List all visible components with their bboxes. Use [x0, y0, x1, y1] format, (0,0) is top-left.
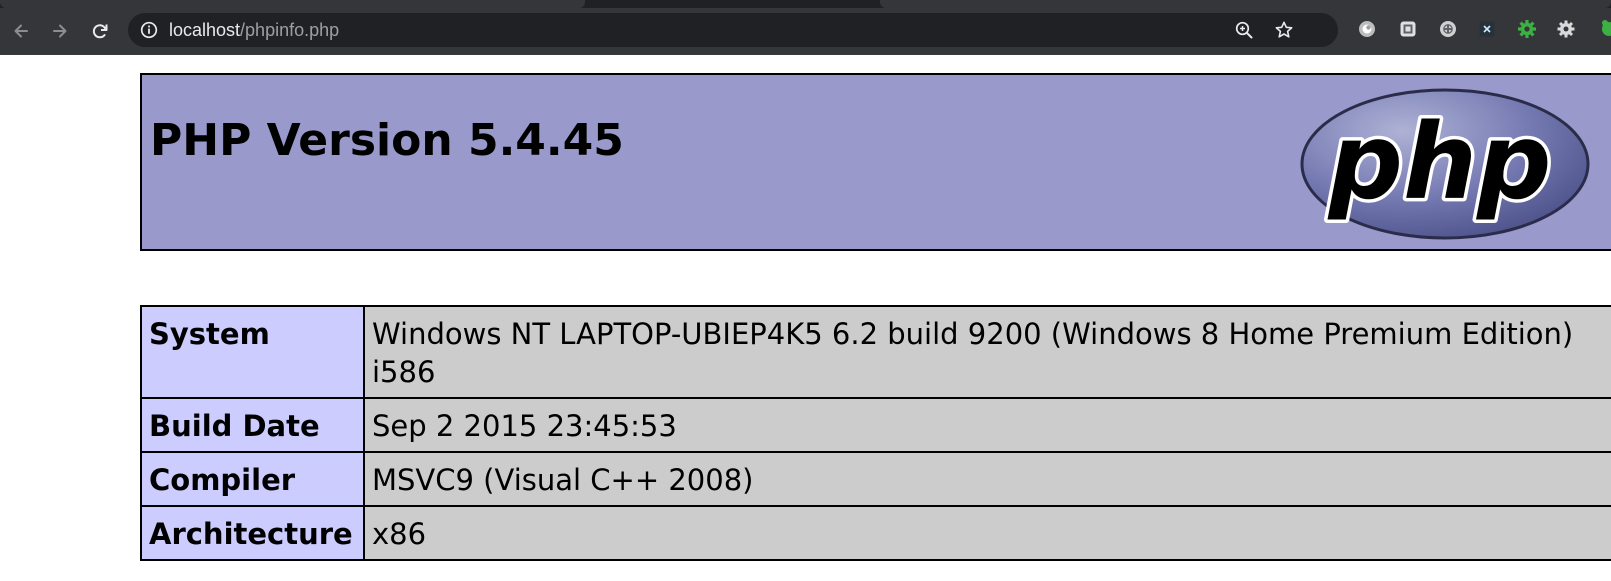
- tab-left[interactable]: [0, 0, 585, 8]
- x-extension-icon: [1479, 21, 1495, 37]
- zoom-in-icon: [1235, 21, 1253, 39]
- php-logo[interactable]: php php: [1300, 88, 1590, 240]
- gear-extension[interactable]: [1556, 19, 1576, 39]
- row-value-build-date: Sep 2 2015 23:45:53: [363, 397, 1611, 453]
- gear-extension-icon: [1557, 20, 1575, 38]
- green-gear-extension[interactable]: [1517, 19, 1537, 39]
- tab-strip: [0, 0, 1611, 8]
- forward-button[interactable]: [47, 18, 73, 44]
- x-extension[interactable]: [1477, 19, 1497, 39]
- row-label-compiler: Compiler: [140, 451, 365, 507]
- tab-right[interactable]: [880, 0, 1611, 8]
- row-label-architecture: Architecture: [140, 505, 365, 561]
- table-row: System Windows NT LAPTOP-UBIEP4K5 6.2 bu…: [140, 305, 1611, 399]
- reload-button[interactable]: [87, 18, 113, 44]
- info-icon[interactable]: [140, 21, 158, 39]
- row-value-compiler: MSVC9 (Visual C++ 2008): [363, 451, 1611, 507]
- php-logo-text-fill: php: [1327, 101, 1552, 223]
- translate-extension[interactable]: [1398, 19, 1418, 39]
- php-version-header: PHP Version 5.4.45 php php: [140, 73, 1611, 251]
- address-url[interactable]: localhost/phpinfo.php: [169, 20, 339, 40]
- globe-extension-icon: [1359, 21, 1375, 37]
- reload-icon: [92, 24, 108, 39]
- url-host: localhost: [169, 20, 241, 40]
- circle-extension-icon: [1440, 21, 1456, 37]
- back-arrow-icon: [14, 24, 28, 38]
- star-icon: [1275, 21, 1293, 38]
- table-row: Build Date Sep 2 2015 23:45:53: [140, 397, 1611, 453]
- url-path: /phpinfo.php: [240, 20, 340, 40]
- bookmark-button[interactable]: [1274, 20, 1294, 40]
- circle-extension[interactable]: [1438, 19, 1458, 39]
- row-label-system: System: [140, 305, 365, 399]
- green-extension-icon: [1601, 20, 1611, 36]
- row-label-build-date: Build Date: [140, 397, 365, 453]
- zoom-button[interactable]: [1234, 20, 1254, 40]
- forward-arrow-icon: [53, 24, 67, 38]
- table-row: Architecture x86: [140, 505, 1611, 561]
- row-value-architecture: x86: [363, 505, 1611, 561]
- page-title: PHP Version 5.4.45: [150, 115, 624, 166]
- green-gear-extension-icon: [1518, 20, 1536, 38]
- page-content: PHP Version 5.4.45 php php System Window…: [0, 55, 1611, 581]
- browser-toolbar: localhost/phpinfo.php: [0, 8, 1611, 55]
- globe-extension[interactable]: [1357, 19, 1377, 39]
- green-extension[interactable]: [1596, 19, 1611, 39]
- php-info-table: System Windows NT LAPTOP-UBIEP4K5 6.2 bu…: [140, 305, 1611, 561]
- back-button[interactable]: [8, 18, 34, 44]
- translate-extension-icon: [1400, 21, 1416, 37]
- row-value-system: Windows NT LAPTOP-UBIEP4K5 6.2 build 920…: [363, 305, 1611, 399]
- table-row: Compiler MSVC9 (Visual C++ 2008): [140, 451, 1611, 507]
- address-bar[interactable]: localhost/phpinfo.php: [128, 13, 1338, 47]
